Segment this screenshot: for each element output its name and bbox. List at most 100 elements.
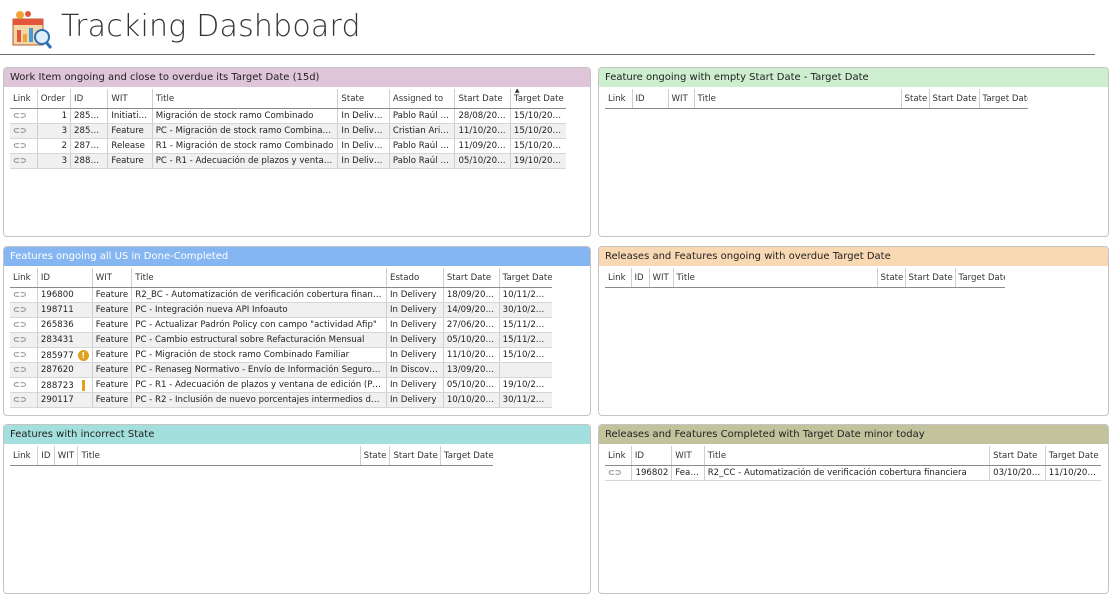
- cell-text: In Delivery: [390, 350, 437, 360]
- link-cell[interactable]: ⊂⊃: [10, 287, 38, 303]
- column-header-link[interactable]: Link: [10, 268, 38, 288]
- column-header-id[interactable]: ID: [631, 268, 650, 288]
- link-cell[interactable]: ⊂⊃: [10, 108, 38, 124]
- table-row[interactable]: ⊂⊃ 1 285711 Initiative Migración de stock ra…: [10, 108, 566, 124]
- column-header-start-date[interactable]: Start Date: [929, 89, 980, 109]
- table-row[interactable]: ⊂⊃ 2 287463 Release R1 - Migración de stock …: [10, 138, 566, 154]
- link-icon[interactable]: ⊂⊃: [13, 350, 26, 359]
- column-header-link[interactable]: Link: [605, 446, 632, 466]
- table-row[interactable]: ⊂⊃ 3 288723 Feature PC - R1 - Adecuación de …: [10, 153, 566, 169]
- link-cell[interactable]: ⊂⊃: [10, 377, 38, 393]
- column-header-start-date[interactable]: Start Date: [454, 89, 511, 109]
- table-cell: In Delivery: [386, 332, 444, 348]
- column-header-link[interactable]: Link: [10, 89, 38, 109]
- column-header-link[interactable]: Link: [605, 268, 632, 288]
- link-icon[interactable]: ⊂⊃: [13, 320, 26, 329]
- link-icon[interactable]: ⊂⊃: [608, 468, 621, 477]
- table-row[interactable]: ⊂⊃ 265836 Feature PC - Actualizar Padrón Po…: [10, 317, 552, 333]
- table-row[interactable]: ⊂⊃ 3 285977 Feature PC - Migración de stock …: [10, 123, 566, 139]
- link-icon[interactable]: ⊂⊃: [13, 290, 26, 299]
- table-cell: Feature: [671, 465, 705, 481]
- column-header-id[interactable]: ID: [37, 268, 93, 288]
- cell-text: In Delivery: [341, 156, 388, 166]
- column-header-wit[interactable]: WIT: [107, 89, 153, 109]
- cell-text: In Delivery: [390, 395, 437, 405]
- cell-text: 1: [61, 111, 68, 121]
- panel-overdue-soon: Work Item ongoing and close to overdue i…: [3, 67, 591, 237]
- column-header-wit[interactable]: WIT: [92, 268, 133, 288]
- column-header-target-date[interactable]: Target Date: [1045, 446, 1101, 466]
- table-cell: 05/10/2023: [454, 153, 511, 169]
- link-cell[interactable]: ⊂⊃: [10, 347, 38, 363]
- column-header-title[interactable]: Title: [131, 268, 388, 288]
- link-cell[interactable]: ⊂⊃: [605, 465, 632, 481]
- column-header-target-date[interactable]: Target Date: [979, 89, 1028, 109]
- column-header-link[interactable]: Link: [10, 446, 39, 466]
- link-icon[interactable]: ⊂⊃: [13, 111, 26, 120]
- column-header-start-date[interactable]: Start Date: [389, 446, 441, 466]
- link-cell[interactable]: ⊂⊃: [10, 332, 38, 348]
- cell-text: 30/11/2023: [502, 395, 552, 405]
- cell-text: 285977: [74, 126, 107, 136]
- column-header-link[interactable]: Link: [605, 89, 633, 109]
- cell-text: Pablo Raúl T...: [392, 141, 453, 151]
- cell-text: 30/10/2023: [502, 305, 552, 315]
- table-row[interactable]: ⊂⊃ 196800 Feature R2_BC - Automatización de…: [10, 287, 552, 303]
- table-row[interactable]: ⊂⊃ 283431 Feature PC - Cambio estructural s…: [10, 332, 552, 348]
- column-header-order[interactable]: Order: [37, 89, 72, 109]
- column-header-id[interactable]: ID: [70, 89, 109, 109]
- cell-text: 196802: [635, 468, 669, 478]
- table-row[interactable]: ⊂⊃ 198711 Feature PC - Integración nueva AP…: [10, 302, 552, 318]
- column-header-target-date[interactable]: ▲ Target Date: [510, 89, 566, 109]
- link-cell[interactable]: ⊂⊃: [10, 362, 38, 378]
- column-header-title[interactable]: Title: [704, 446, 991, 466]
- column-header-title[interactable]: Title: [694, 89, 902, 109]
- column-header-start-date[interactable]: Start Date: [443, 268, 500, 288]
- column-header-state[interactable]: State: [901, 89, 930, 109]
- link-cell[interactable]: ⊂⊃: [10, 138, 38, 154]
- column-header-title[interactable]: Title: [673, 268, 878, 288]
- link-icon[interactable]: ⊂⊃: [13, 141, 26, 150]
- table-row[interactable]: ⊂⊃ 285977! Feature PC - Migración de stock …: [10, 347, 552, 363]
- column-header-start-date[interactable]: Start Date: [989, 446, 1046, 466]
- link-icon[interactable]: ⊂⊃: [13, 156, 26, 165]
- column-header-id[interactable]: ID: [37, 446, 55, 466]
- column-header-start-date[interactable]: Start Date: [905, 268, 956, 288]
- link-icon[interactable]: ⊂⊃: [13, 365, 26, 374]
- column-header-wit[interactable]: WIT: [671, 446, 705, 466]
- column-header-state[interactable]: State: [337, 89, 390, 109]
- link-icon[interactable]: ⊂⊃: [13, 305, 26, 314]
- column-header-state[interactable]: State: [877, 268, 906, 288]
- column-header-id[interactable]: ID: [631, 446, 673, 466]
- link-icon[interactable]: ⊂⊃: [13, 335, 26, 344]
- table-cell: 3: [37, 123, 72, 139]
- column-header-state[interactable]: State: [360, 446, 391, 466]
- column-header-title[interactable]: Title: [152, 89, 339, 109]
- column-header-wit[interactable]: WIT: [54, 446, 79, 466]
- link-cell[interactable]: ⊂⊃: [10, 392, 38, 408]
- column-header-assigned-to[interactable]: Assigned to: [389, 89, 456, 109]
- table-cell: Feature: [92, 287, 133, 303]
- column-header-target-date[interactable]: Target Date: [955, 268, 1005, 288]
- link-icon[interactable]: ⊂⊃: [13, 395, 26, 404]
- table-row[interactable]: ⊂⊃ 288723 Feature PC - R1 - Adecuación de p…: [10, 377, 552, 393]
- table-cell: Initiative: [107, 108, 153, 124]
- cell-text: 10/11/2023: [502, 290, 552, 300]
- table-row[interactable]: ⊂⊃ 196802 Feature R2_CC - Automatización de…: [605, 465, 1101, 481]
- link-cell[interactable]: ⊂⊃: [10, 153, 38, 169]
- link-icon[interactable]: ⊂⊃: [13, 126, 26, 135]
- table-row[interactable]: ⊂⊃ 290117 Feature PC - R2 - Inclusión de nu…: [10, 392, 552, 408]
- link-cell[interactable]: ⊂⊃: [10, 302, 38, 318]
- link-icon[interactable]: ⊂⊃: [13, 380, 26, 389]
- column-header-id[interactable]: ID: [632, 89, 669, 109]
- column-header-target-date[interactable]: Target Date: [499, 268, 552, 288]
- column-header-wit[interactable]: WIT: [668, 89, 695, 109]
- column-header-wit[interactable]: WIT: [649, 268, 674, 288]
- link-cell[interactable]: ⊂⊃: [10, 317, 38, 333]
- table-row[interactable]: ⊂⊃ 287620 Feature PC - Renaseg Normativo - …: [10, 362, 552, 378]
- column-header-estado[interactable]: Estado: [386, 268, 444, 288]
- column-header-target-date[interactable]: Target Date: [440, 446, 493, 466]
- link-cell[interactable]: ⊂⊃: [10, 123, 38, 139]
- cell-text: 14/09/2023: [446, 305, 497, 315]
- column-header-title[interactable]: Title: [77, 446, 361, 466]
